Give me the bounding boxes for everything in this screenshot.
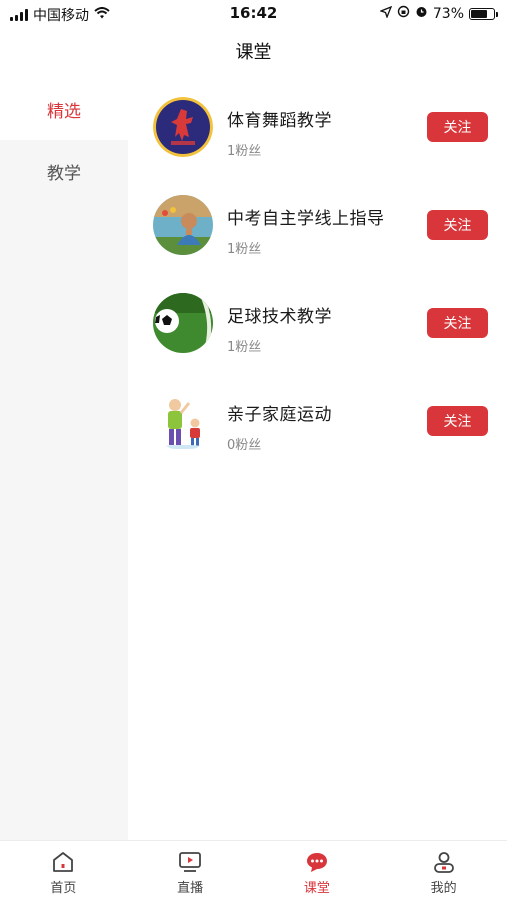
battery-icon [469, 7, 498, 20]
battery-level [471, 9, 488, 18]
header: 课堂 [0, 28, 507, 78]
tab-classroom[interactable]: 课堂 [254, 841, 381, 900]
fan-count: 1粉丝 [227, 242, 262, 257]
tab-label: 首页 [50, 881, 77, 896]
battery-percent: 73% [432, 5, 464, 22]
soccer-ball-avatar [153, 293, 213, 353]
follow-button[interactable]: 关注 [427, 112, 488, 142]
list-item[interactable]: 足球技术教学 1粉丝 关注 [128, 274, 507, 372]
profile-icon [431, 850, 457, 874]
course-title: 体育舞蹈教学 [227, 111, 332, 131]
page-title: 课堂 [235, 42, 272, 63]
home-icon [50, 850, 76, 874]
live-tv-icon [177, 850, 203, 874]
location-arrow-icon [378, 5, 393, 22]
follow-button[interactable]: 关注 [427, 210, 488, 240]
alarm-clock-icon [415, 5, 428, 22]
tab-home[interactable]: 首页 [0, 841, 127, 900]
classroom-chat-icon [304, 850, 330, 874]
course-title: 足球技术教学 [227, 307, 332, 327]
list-item[interactable]: 亲子家庭运动 0粉丝 关注 [128, 372, 507, 470]
teacher-photo-avatar [153, 195, 213, 255]
course-title: 中考自主学线上指导 [227, 209, 385, 229]
dance-logo-avatar [153, 97, 213, 157]
status-bar: 中国移动 16:42 73% [0, 0, 507, 28]
course-list: 体育舞蹈教学 1粉丝 关注 中考自主学线上指导 1粉丝 关注 足球技术教学 1粉… [128, 78, 507, 470]
tab-mine[interactable]: 我的 [380, 841, 507, 900]
fan-count: 1粉丝 [227, 144, 262, 159]
list-item[interactable]: 体育舞蹈教学 1粉丝 关注 [128, 78, 507, 176]
sidebar-item-label: 精选 [47, 101, 81, 122]
tab-label: 我的 [430, 881, 457, 896]
course-title: 亲子家庭运动 [227, 405, 332, 425]
tab-label: 直播 [177, 881, 204, 896]
follow-button[interactable]: 关注 [427, 308, 488, 338]
fan-count: 1粉丝 [227, 340, 262, 355]
status-right: 73% [378, 5, 498, 22]
fan-count: 0粉丝 [227, 438, 262, 453]
list-item[interactable]: 中考自主学线上指导 1粉丝 关注 [128, 176, 507, 274]
bottom-tab-bar: 首页 直播 课堂 我的 [0, 840, 507, 900]
rotation-lock-icon [397, 5, 410, 22]
sidebar-item-label: 教学 [47, 163, 81, 184]
tab-label: 课堂 [303, 881, 330, 896]
sidebar-item-featured[interactable]: 精选 [0, 78, 128, 140]
follow-button[interactable]: 关注 [427, 406, 488, 436]
tab-live[interactable]: 直播 [127, 841, 254, 900]
sidebar-item-teaching[interactable]: 教学 [0, 140, 128, 202]
parent-child-avatar [153, 391, 213, 451]
category-sidebar: 精选 教学 [0, 78, 128, 840]
